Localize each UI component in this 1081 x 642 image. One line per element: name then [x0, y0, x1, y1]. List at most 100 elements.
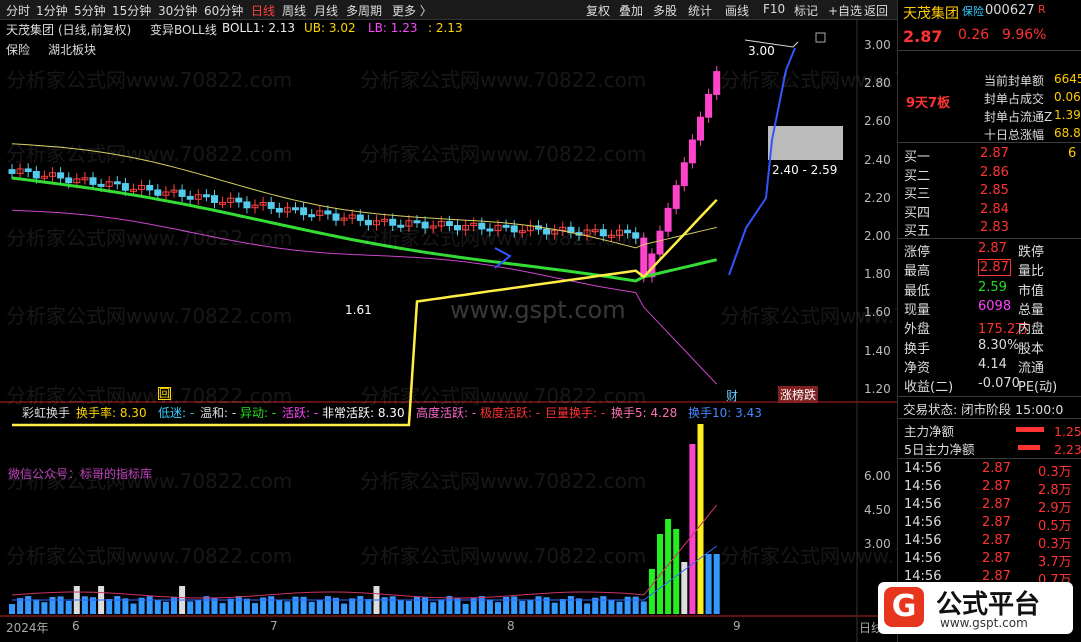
volume-bar: [632, 596, 639, 614]
overlay-button[interactable]: 叠加: [619, 2, 643, 19]
tab-60min[interactable]: 60分钟: [204, 2, 243, 19]
stat-value: 2.87: [978, 259, 1011, 277]
volume-group: [9, 424, 720, 614]
candle: [624, 224, 632, 239]
candle: [397, 219, 405, 232]
volume-bar: [462, 603, 469, 614]
kline-chart[interactable]: [0, 20, 897, 642]
limit-board-badge: 9天7板: [906, 96, 951, 111]
tag-hubei[interactable]: 湖北板块: [48, 41, 96, 58]
candle: [421, 216, 429, 234]
volume-bar: [81, 596, 88, 614]
candle: [697, 111, 704, 146]
volume-bar: [665, 519, 672, 614]
mark-button[interactable]: 标记: [794, 2, 818, 19]
tab-fenshi[interactable]: 分时: [6, 2, 30, 19]
tab-5min[interactable]: 5分钟: [74, 2, 106, 19]
badge-cai[interactable]: 财: [726, 387, 738, 404]
tick-volume: 2.9万: [1038, 501, 1072, 516]
candle: [502, 219, 510, 232]
indicator-name[interactable]: 变异BOLL线: [150, 21, 217, 38]
tab-weekly[interactable]: 周线: [282, 2, 306, 19]
tab-monthly[interactable]: 月线: [314, 2, 338, 19]
candle: [389, 213, 397, 231]
candle: [478, 217, 486, 235]
badge-zhangdie[interactable]: 涨榜跌: [778, 386, 819, 403]
extra-value: : 2.13: [428, 21, 463, 35]
turnover-rate: 换手率: 8.30: [76, 406, 147, 420]
vol-indicator-name[interactable]: 彩虹换手: [22, 404, 70, 421]
flow-bar: [1018, 445, 1040, 450]
volume-bar: [519, 600, 526, 614]
volume-bar: [559, 598, 566, 614]
volume-bar: [673, 529, 680, 614]
volume-bar: [511, 596, 518, 614]
seal-value: 68.8: [1054, 126, 1081, 140]
bid-price: 2.84: [980, 201, 1009, 217]
stats-button[interactable]: 统计: [688, 2, 712, 19]
stat-value: -0.070: [978, 376, 1020, 392]
tick-time: 14:56: [904, 479, 942, 494]
volume-bar: [584, 603, 591, 614]
candle: [178, 184, 186, 203]
tab-multi-period[interactable]: 多周期: [346, 2, 382, 19]
seal-value: 1.39: [1054, 108, 1081, 122]
seal-label: 当前封单额: [984, 74, 1045, 88]
tick-volume: 0.5万: [1038, 519, 1072, 534]
add-watchlist-button[interactable]: +自选: [828, 2, 862, 19]
quote-code: 000627: [985, 3, 1035, 18]
price-tick: 2.40: [864, 152, 891, 167]
volume-bar: [276, 600, 283, 614]
huge-state: 巨量换手: -: [545, 406, 606, 420]
draw-button[interactable]: 画线: [725, 2, 749, 19]
tick-price: 2.87: [982, 461, 1011, 476]
tab-1min[interactable]: 1分钟: [36, 2, 68, 19]
fuquan-button[interactable]: 复权: [586, 2, 610, 19]
back-button[interactable]: 返回: [864, 2, 888, 19]
tick-time: 14:56: [904, 461, 942, 476]
bid-label: 买三: [904, 187, 931, 202]
volume-bar: [535, 596, 542, 614]
tab-more[interactable]: 更多 〉: [392, 2, 432, 19]
stat-value: 2.59: [978, 279, 1007, 295]
box-icon[interactable]: 回: [158, 387, 171, 400]
multi-stock-button[interactable]: 多股: [653, 2, 677, 19]
flow-label: 主力净额: [904, 424, 955, 439]
volume-bar: [154, 599, 161, 614]
seal-label: 十日总涨幅: [984, 128, 1045, 142]
volume-bar: [657, 534, 663, 614]
volume-bar: [146, 596, 153, 614]
tab-daily[interactable]: 日线: [251, 2, 275, 19]
volume-tick: 3.00: [864, 537, 891, 551]
volume-bar: [171, 596, 177, 614]
f10-button[interactable]: F10: [763, 2, 785, 16]
volume-bar: [697, 424, 704, 614]
tab-15min[interactable]: 15分钟: [112, 2, 151, 19]
tab-30min[interactable]: 30分钟: [158, 2, 197, 19]
active-state: 活跃: -: [282, 406, 319, 420]
volume-bar: [567, 596, 574, 614]
volume-bar: [357, 596, 364, 614]
volume-bar: [438, 599, 445, 614]
candle: [688, 134, 696, 169]
candle: [259, 196, 267, 211]
candle: [57, 167, 65, 184]
candle: [429, 220, 437, 234]
volume-bar: [130, 603, 137, 614]
quote-tag: 保险: [962, 5, 984, 18]
volume-bar: [648, 569, 655, 614]
candle: [364, 214, 372, 231]
bid-label: 买一: [904, 150, 931, 165]
volume-bar: [203, 596, 210, 614]
seal-value: 0.06: [1054, 90, 1081, 104]
volume-bar: [106, 599, 113, 614]
quote-price-row: 2.87 0.26 9.96%: [898, 26, 1081, 46]
candle: [251, 199, 259, 214]
tag-insurance[interactable]: 保险: [6, 41, 30, 58]
volume-bar: [227, 598, 234, 614]
bid-volume: 6: [1068, 146, 1077, 161]
seal-value: 6645: [1054, 72, 1081, 86]
high-label: 3.00: [748, 44, 775, 58]
candle: [243, 196, 251, 214]
logo-url: www.gspt.com: [940, 616, 1028, 630]
